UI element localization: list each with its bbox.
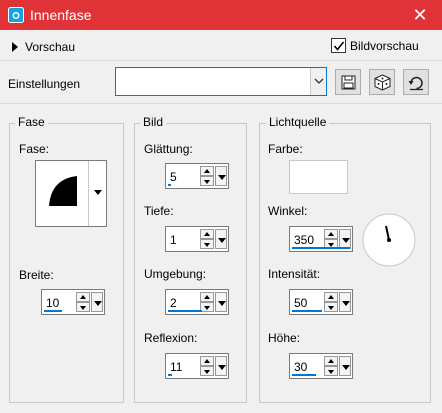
spin-down-icon[interactable] xyxy=(200,176,214,186)
bildvorschau-checkbox[interactable] xyxy=(331,38,346,53)
dice-icon xyxy=(374,74,391,91)
dropdown-arrow-icon[interactable] xyxy=(215,166,227,186)
spin-up-icon[interactable] xyxy=(200,356,214,366)
divider xyxy=(0,103,442,104)
einstellungen-label: Einstellungen xyxy=(8,77,81,91)
play-triangle-icon[interactable] xyxy=(11,42,19,52)
intensitaet-value: 50 xyxy=(294,296,308,310)
tiefe-spinner[interactable]: 1 xyxy=(165,226,229,252)
save-preset-button[interactable] xyxy=(335,69,361,95)
spin-down-icon[interactable] xyxy=(76,302,90,312)
dropdown-arrow-icon xyxy=(94,190,102,195)
combo-arrow[interactable] xyxy=(310,68,326,95)
winkel-label: Winkel: xyxy=(268,204,308,218)
spin-up-icon[interactable] xyxy=(324,229,338,239)
glaettung-value: 5 xyxy=(170,170,177,184)
spin-down-icon[interactable] xyxy=(200,302,214,312)
hoehe-spinner[interactable]: 30 xyxy=(289,353,353,379)
dropdown-arrow-icon[interactable] xyxy=(339,356,351,376)
reset-button[interactable] xyxy=(403,69,429,95)
tiefe-label: Tiefe: xyxy=(144,204,174,218)
hoehe-value: 30 xyxy=(294,360,308,374)
dropdown-arrow-icon[interactable] xyxy=(339,292,351,312)
reset-icon xyxy=(408,76,423,91)
dropdown-arrow-icon[interactable] xyxy=(215,356,227,376)
reflexion-spinner[interactable]: 11 xyxy=(165,353,229,379)
spin-up-icon[interactable] xyxy=(200,166,214,176)
intensitaet-label: Intensität: xyxy=(268,267,321,281)
fase-shape-picker[interactable] xyxy=(35,160,107,227)
hoehe-label: Höhe: xyxy=(268,331,301,345)
reflexion-bar xyxy=(168,374,172,376)
window-title: Innenfase xyxy=(30,7,92,23)
reflexion-label: Reflexion: xyxy=(144,331,198,345)
breite-spinner[interactable]: 10 xyxy=(41,289,105,315)
quarter-circle-icon xyxy=(49,176,77,206)
reflexion-value: 11 xyxy=(170,360,183,374)
fase-group-title: Fase xyxy=(15,115,48,129)
spin-up-icon[interactable] xyxy=(324,292,338,302)
spin-down-icon[interactable] xyxy=(200,366,214,376)
divider xyxy=(0,60,442,61)
glaettung-bar xyxy=(168,184,171,186)
dropdown-arrow-icon[interactable] xyxy=(339,229,351,249)
spin-up-icon[interactable] xyxy=(200,292,214,302)
dropdown-arrow-icon[interactable] xyxy=(215,292,227,312)
dropdown-arrow-icon[interactable] xyxy=(91,292,103,312)
chevron-down-icon xyxy=(314,78,324,84)
spin-down-icon[interactable] xyxy=(324,302,338,312)
winkel-spinner[interactable]: 350 xyxy=(289,226,353,252)
einstellungen-combo[interactable] xyxy=(115,67,327,96)
checkmark-icon xyxy=(333,41,345,51)
glaettung-spinner[interactable]: 5 xyxy=(165,163,229,189)
breite-label: Breite: xyxy=(19,268,54,282)
close-icon: ✕ xyxy=(412,5,428,25)
close-button[interactable]: ✕ xyxy=(398,0,442,30)
hoehe-bar xyxy=(292,374,316,376)
fase-label: Fase: xyxy=(19,142,50,156)
farbe-label: Farbe: xyxy=(268,142,303,156)
title-bar: Innenfase ✕ xyxy=(0,0,442,30)
spin-up-icon[interactable] xyxy=(76,292,90,302)
save-icon xyxy=(341,75,356,90)
spin-down-icon[interactable] xyxy=(324,366,338,376)
umgebung-label: Umgebung: xyxy=(144,267,207,281)
glaettung-label: Glättung: xyxy=(144,142,193,156)
winkel-bar xyxy=(292,247,350,249)
breite-bar xyxy=(44,310,62,312)
spin-up-icon[interactable] xyxy=(324,356,338,366)
fase-dropdown-button[interactable] xyxy=(88,161,106,226)
random-button[interactable] xyxy=(369,69,395,95)
spin-down-icon[interactable] xyxy=(200,239,214,249)
bild-group-title: Bild xyxy=(140,115,167,129)
umgebung-value: 2 xyxy=(170,296,177,310)
dropdown-arrow-icon[interactable] xyxy=(215,229,227,249)
umgebung-spinner[interactable]: 2 xyxy=(165,289,229,315)
bildvorschau-label: Bildvorschau xyxy=(350,39,419,53)
dial-icon[interactable] xyxy=(362,213,416,267)
farbe-swatch[interactable] xyxy=(289,160,348,194)
camera-icon xyxy=(8,7,24,23)
spin-up-icon[interactable] xyxy=(200,229,214,239)
breite-value: 10 xyxy=(46,296,60,310)
tiefe-value: 1 xyxy=(170,233,177,247)
intensitaet-bar xyxy=(292,310,322,312)
lichtquelle-group-title: Lichtquelle xyxy=(266,115,330,129)
intensitaet-spinner[interactable]: 50 xyxy=(289,289,353,315)
umgebung-bar xyxy=(168,310,202,312)
winkel-value: 350 xyxy=(294,233,315,247)
preview-toggle-label[interactable]: Vorschau xyxy=(25,40,75,54)
